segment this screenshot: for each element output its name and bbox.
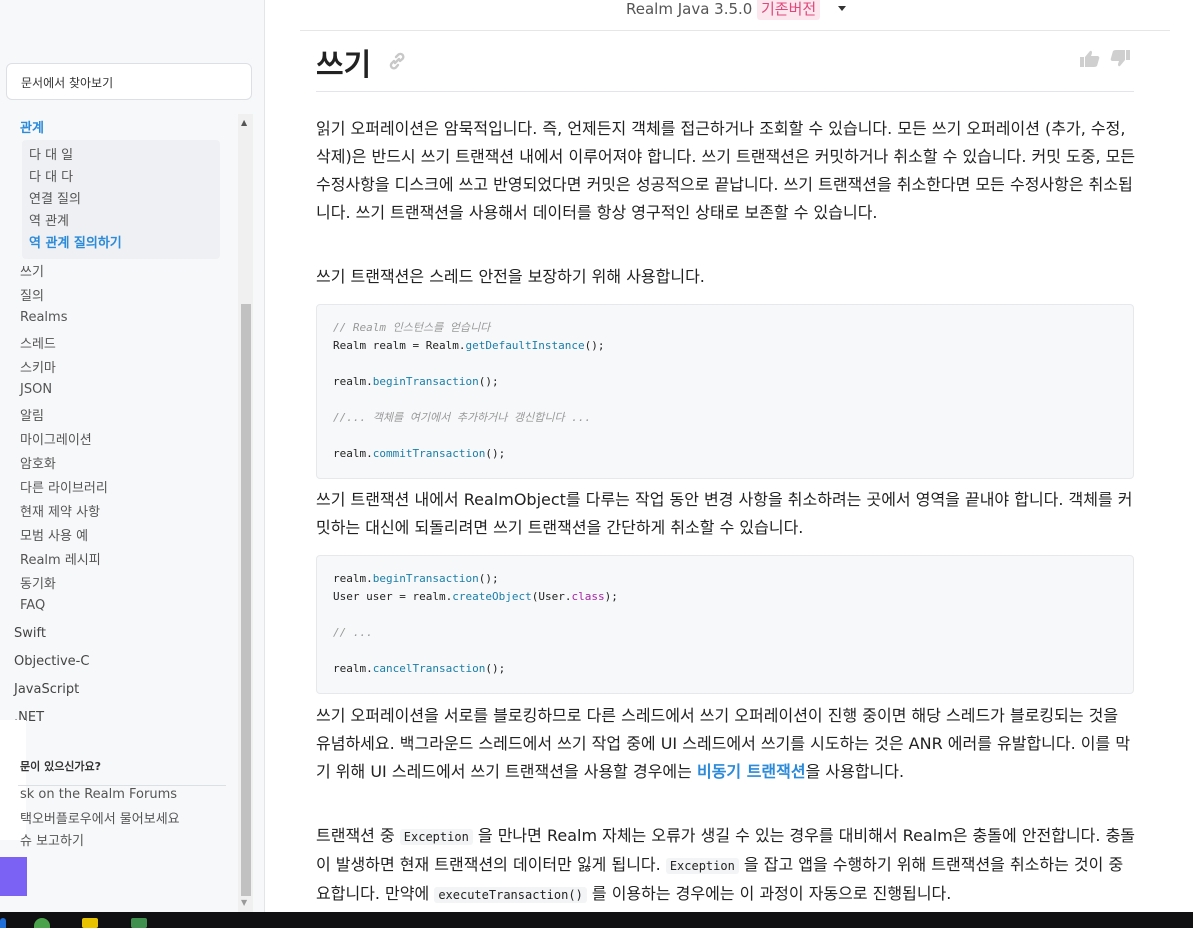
inline-code: executeTransaction() [434, 887, 587, 903]
version-label: Realm Java 3.5.0 [626, 0, 753, 18]
title-divider [316, 91, 1134, 92]
sidebar-sub-item[interactable]: 다 대 일 [29, 144, 73, 163]
sidebar-item-migration[interactable]: 마이그레이션 [20, 429, 92, 448]
paragraph-cancel: 쓰기 트랜잭션 내에서 RealmObject를 다루는 작업 동안 변경 사항… [316, 490, 1133, 537]
sidebar-item-notifications[interactable]: 알림 [20, 405, 44, 424]
sidebar-sub-item-active[interactable]: 역 관계 질의하기 [29, 232, 122, 251]
sidebar-item-sync[interactable]: 동기화 [20, 573, 56, 592]
sidebar-sub-item[interactable]: 연결 질의 [29, 188, 81, 207]
inline-code: Exception [665, 858, 739, 874]
app-icon[interactable] [82, 918, 98, 928]
code-content: realm.beginTransaction(); User user = re… [333, 572, 618, 675]
sidebar-category-relations[interactable]: 관계 [20, 117, 44, 136]
sidebar-sub-item[interactable]: 역 관계 [29, 210, 69, 229]
sidebar-item-schema[interactable]: 스키마 [20, 357, 56, 376]
sidebar-lang-swift[interactable]: Swift [14, 626, 46, 641]
code-block-commit: // Realm 인스턴스를 얻습니다 Realm realm = Realm.… [316, 304, 1134, 479]
app-icon[interactable] [34, 918, 50, 928]
chevron-down-icon[interactable] [838, 6, 846, 11]
help-title: 문이 있으신가요? [20, 760, 102, 773]
thumbs-up-icon[interactable] [1080, 50, 1100, 68]
help-link-forums[interactable]: sk on the Realm Forums [20, 787, 177, 802]
sidebar-item-encryption[interactable]: 암호화 [20, 453, 56, 472]
sidebar-lang-objc[interactable]: Objective-C [14, 654, 89, 669]
sidebar-item-limitations[interactable]: 현재 제약 사항 [20, 501, 100, 520]
version-selector[interactable]: 기존버전 [757, 0, 821, 20]
sidebar-item-json[interactable]: JSON [20, 382, 52, 397]
paragraph-blocking: 쓰기 오퍼레이션을 서로를 블로킹하므로 다른 스레드에서 쓰기 오퍼레이션이 … [316, 706, 1131, 781]
sidebar-item-recipes[interactable]: Realm 레시피 [20, 549, 101, 568]
code-content: // Realm 인스턴스를 얻습니다 Realm realm = Realm.… [333, 321, 605, 460]
taskbar [0, 912, 1193, 928]
scroll-up-icon[interactable]: ▲ [241, 118, 247, 127]
sidebar-item-faq[interactable]: FAQ [20, 598, 45, 613]
code-block-cancel: realm.beginTransaction(); User user = re… [316, 555, 1134, 694]
sidebar-item-realms[interactable]: Realms [20, 310, 67, 325]
link-icon[interactable] [386, 50, 408, 72]
paragraph-intro: 읽기 오퍼레이션은 암묵적입니다. 즉, 언제든지 객체를 접근하거나 조회할 … [316, 119, 1136, 222]
scroll-down-icon[interactable]: ▼ [241, 898, 247, 907]
help-divider [18, 785, 226, 786]
paragraph-exception: 트랜잭션 중 Exception 을 만나면 Realm 자체는 오류가 생길 … [316, 826, 1136, 903]
search-input[interactable]: 문서에서 찾아보기 [6, 63, 252, 100]
sidebar: 문서에서 찾아보기 관계 다 대 일 다 대 다 연결 질의 역 관계 역 관계… [0, 0, 265, 912]
sidebar-item-query[interactable]: 질의 [20, 285, 44, 304]
sidebar-item-write[interactable]: 쓰기 [20, 261, 44, 280]
sidebar-item-threads[interactable]: 스레드 [20, 333, 56, 352]
sidebar-item-other-libraries[interactable]: 다른 라이브러리 [20, 477, 108, 496]
sidebar-scroll-thumb[interactable] [241, 304, 251, 896]
sidebar-lang-javascript[interactable]: JavaScript [14, 682, 79, 697]
help-link-report-issue[interactable]: 슈 보고하기 [20, 830, 84, 849]
app-icon[interactable] [131, 918, 147, 928]
sidebar-sub-item[interactable]: 다 대 다 [29, 166, 73, 185]
start-icon[interactable] [0, 918, 6, 928]
help-tab[interactable] [0, 857, 27, 896]
async-transaction-link[interactable]: 비동기 트랜잭션 [697, 762, 806, 781]
inline-code: Exception [399, 829, 473, 845]
paragraph-thread-safety: 쓰기 트랜잭션은 스레드 안전을 보장하기 위해 사용합니다. [316, 267, 705, 286]
thumbs-down-icon[interactable] [1110, 50, 1130, 68]
sidebar-item-best-practices[interactable]: 모범 사용 예 [20, 525, 88, 544]
help-link-stackoverflow[interactable]: 택오버플로우에서 물어보세요 [20, 808, 180, 827]
page-title: 쓰기 [316, 48, 372, 83]
